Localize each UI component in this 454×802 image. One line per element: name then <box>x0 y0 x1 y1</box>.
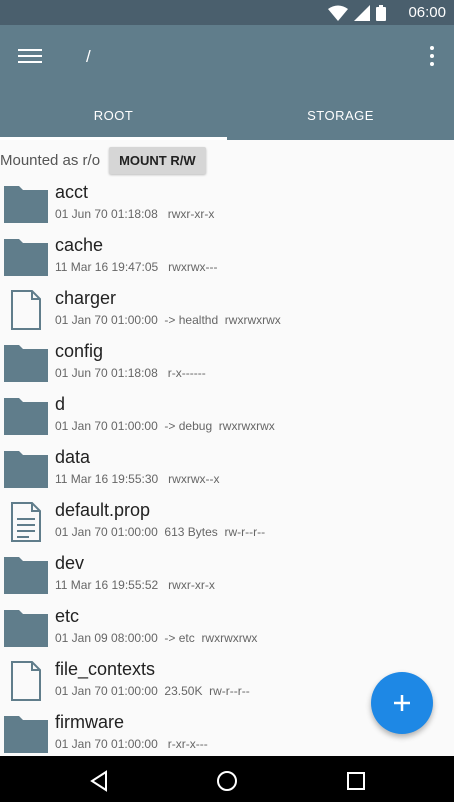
folder-icon <box>4 610 48 647</box>
status-icons <box>328 5 386 21</box>
signal-icon <box>354 5 370 21</box>
file-row-data[interactable]: data 11 Mar 16 19:55:30 rwxrwx--x <box>0 443 454 496</box>
file-name: etc <box>55 606 80 626</box>
wifi-icon <box>328 5 348 21</box>
add-fab-button[interactable] <box>371 672 433 734</box>
file-name: charger <box>55 288 117 308</box>
add-icon <box>394 695 410 711</box>
mount-row: Mounted as r/o MOUNT R/W <box>0 145 454 175</box>
tab-bar: ROOT STORAGE <box>0 90 454 140</box>
file-name: dev <box>55 553 85 573</box>
file-meta: 01 Jan 70 01:00:00 23.50K rw-r--r-- <box>55 684 250 698</box>
folder-icon <box>4 557 48 594</box>
file-meta: 01 Jan 70 01:00:00 r-xr-x--- <box>55 737 208 751</box>
file-row-charger[interactable]: charger 01 Jan 70 01:00:00 -> healthd rw… <box>0 284 454 337</box>
file-row-d[interactable]: d 01 Jan 70 01:00:00 -> debug rwxrwxrwx <box>0 390 454 443</box>
app-bar: / ROOT STORAGE <box>0 25 454 140</box>
file-meta: 01 Jan 70 01:00:00 -> healthd rwxrwxrwx <box>55 313 281 327</box>
text-file-icon <box>11 502 41 542</box>
file-meta: 01 Jan 70 01:00:00 613 Bytes rw-r--r-- <box>55 525 266 539</box>
status-bar: 06:00 <box>0 0 454 25</box>
file-name: firmware <box>55 712 125 732</box>
folder-icon <box>4 239 48 276</box>
file-name: data <box>55 447 91 467</box>
mount-status-label: Mounted as r/o <box>0 151 101 169</box>
tab-root[interactable]: ROOT <box>0 90 227 140</box>
back-icon[interactable] <box>88 770 110 792</box>
system-nav-bar <box>0 756 454 802</box>
file-name: d <box>55 394 66 414</box>
file-icon <box>11 661 41 701</box>
folder-icon <box>4 451 48 488</box>
file-meta: 01 Jun 70 01:18:08 rwxr-xr-x <box>55 207 215 221</box>
file-row-cache[interactable]: cache 11 Mar 16 19:47:05 rwxrwx--- <box>0 231 454 284</box>
file-meta: 11 Mar 16 19:55:30 rwxrwx--x <box>55 472 220 486</box>
current-path: / <box>86 47 91 66</box>
file-row-etc[interactable]: etc 01 Jan 09 08:00:00 -> etc rwxrwxrwx <box>0 602 454 655</box>
file-meta: 11 Mar 16 19:55:52 rwxr-xr-x <box>55 578 215 592</box>
file-row-acct[interactable]: acct 01 Jun 70 01:18:08 rwxr-xr-x <box>0 178 454 231</box>
mount-rw-button[interactable]: MOUNT R/W <box>109 146 206 174</box>
folder-icon <box>4 716 48 753</box>
file-name: default.prop <box>55 500 151 520</box>
file-meta: 01 Jun 70 01:18:08 r-x------ <box>55 366 206 380</box>
folder-icon <box>4 186 48 223</box>
file-meta: 01 Jan 70 01:00:00 -> debug rwxrwxrwx <box>55 419 275 433</box>
file-icon <box>11 290 41 330</box>
file-meta: 11 Mar 16 19:47:05 rwxrwx--- <box>55 260 218 274</box>
file-row-dev[interactable]: dev 11 Mar 16 19:55:52 rwxr-xr-x <box>0 549 454 602</box>
file-list: acct 01 Jun 70 01:18:08 rwxr-xr-x cache … <box>0 178 454 756</box>
recents-icon[interactable] <box>345 770 367 792</box>
file-row-config[interactable]: config 01 Jun 70 01:18:08 r-x------ <box>0 337 454 390</box>
file-name: acct <box>55 182 89 202</box>
folder-icon <box>4 398 48 435</box>
home-icon[interactable] <box>216 770 238 792</box>
folder-icon <box>4 345 48 382</box>
file-row-default-prop[interactable]: default.prop 01 Jan 70 01:00:00 613 Byte… <box>0 496 454 549</box>
file-name: cache <box>55 235 104 255</box>
hamburger-menu-icon[interactable] <box>18 45 42 69</box>
file-name: config <box>55 341 104 361</box>
status-time: 06:00 <box>408 4 446 21</box>
file-name: file_contexts <box>55 659 156 679</box>
battery-icon <box>376 5 386 21</box>
more-vert-icon[interactable] <box>426 43 438 69</box>
file-meta: 01 Jan 09 08:00:00 -> etc rwxrwxrwx <box>55 631 258 645</box>
tab-storage[interactable]: STORAGE <box>227 90 454 140</box>
